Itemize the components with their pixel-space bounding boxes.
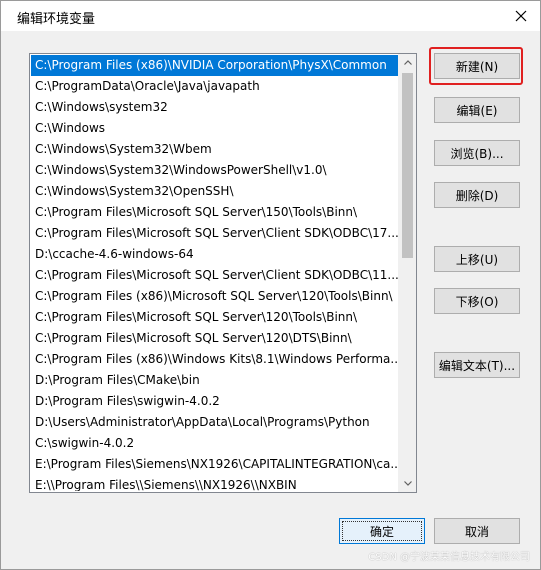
path-list-item[interactable]: C:\Program Files\Microsoft SQL Server\12… bbox=[31, 307, 401, 328]
path-list-item[interactable]: D:\ccache-4.6-windows-64 bbox=[31, 244, 401, 265]
scroll-down-button[interactable] bbox=[399, 475, 416, 492]
scroll-thumb[interactable] bbox=[402, 73, 413, 258]
path-list-box[interactable]: C:\Program Files (x86)\NVIDIA Corporatio… bbox=[29, 53, 417, 493]
path-list-item[interactable]: E:\Program Files\Siemens\NX1926\CAPITALI… bbox=[31, 454, 401, 475]
move-down-button[interactable]: 下移(O) bbox=[434, 288, 520, 314]
path-list-item[interactable]: E:\\Program Files\\Siemens\\NX1926\\NXBI… bbox=[31, 475, 401, 491]
path-list-item[interactable]: C:\Program Files\Microsoft SQL Server\15… bbox=[31, 202, 401, 223]
scroll-up-button[interactable] bbox=[399, 54, 416, 71]
path-list-item[interactable]: C:\Program Files\Microsoft SQL Server\Cl… bbox=[31, 223, 401, 244]
cancel-button[interactable]: 取消 bbox=[434, 518, 520, 544]
path-list-item[interactable]: C:\Program Files (x86)\Microsoft SQL Ser… bbox=[31, 286, 401, 307]
close-button[interactable] bbox=[508, 3, 534, 29]
path-list-item[interactable]: C:\ProgramData\Oracle\Java\javapath bbox=[31, 76, 401, 97]
edit-text-button[interactable]: 编辑文本(T)... bbox=[434, 352, 520, 378]
path-list: C:\Program Files (x86)\NVIDIA Corporatio… bbox=[31, 55, 401, 491]
chevron-up-icon bbox=[403, 60, 412, 65]
delete-button[interactable]: 删除(D) bbox=[434, 182, 520, 208]
ok-button[interactable]: 确定 bbox=[339, 518, 425, 544]
path-list-item[interactable]: D:\Program Files\CMake\bin bbox=[31, 370, 401, 391]
path-list-item[interactable]: C:\swigwin-4.0.2 bbox=[31, 433, 401, 454]
path-list-item[interactable]: C:\Program Files\Microsoft SQL Server\Cl… bbox=[31, 265, 401, 286]
path-list-item[interactable]: C:\Program Files (x86)\NVIDIA Corporatio… bbox=[31, 55, 401, 76]
watermark: CSDN @宁波某某信息技术有限公司 bbox=[368, 552, 530, 563]
path-list-item[interactable]: D:\Program Files\swigwin-4.0.2 bbox=[31, 391, 401, 412]
browse-button[interactable]: 浏览(B)... bbox=[434, 140, 520, 166]
path-list-item[interactable]: C:\Windows bbox=[31, 118, 401, 139]
dialog-title: 编辑环境变量 bbox=[17, 12, 96, 27]
path-list-item[interactable]: C:\Program Files (x86)\Windows Kits\8.1\… bbox=[31, 349, 401, 370]
title-bar: 编辑环境变量 bbox=[1, 1, 540, 31]
path-list-item[interactable]: C:\Windows\System32\WindowsPowerShell\v1… bbox=[31, 160, 401, 181]
move-up-button[interactable]: 上移(U) bbox=[434, 246, 520, 272]
path-list-item[interactable]: D:\Users\Administrator\AppData\Local\Pro… bbox=[31, 412, 401, 433]
path-list-item[interactable]: C:\Windows\System32\Wbem bbox=[31, 139, 401, 160]
new-button[interactable]: 新建(N) bbox=[434, 53, 520, 79]
edit-button[interactable]: 编辑(E) bbox=[434, 97, 520, 123]
path-list-item[interactable]: C:\Windows\system32 bbox=[31, 97, 401, 118]
vertical-scrollbar[interactable] bbox=[398, 54, 416, 492]
chevron-down-icon bbox=[403, 481, 412, 486]
path-list-item[interactable]: C:\Program Files\Microsoft SQL Server\12… bbox=[31, 328, 401, 349]
close-icon bbox=[515, 10, 527, 22]
edit-env-variable-dialog: 编辑环境变量 C:\Program Files (x86)\NVIDIA Cor… bbox=[0, 0, 541, 570]
path-list-item[interactable]: C:\Windows\System32\OpenSSH\ bbox=[31, 181, 401, 202]
